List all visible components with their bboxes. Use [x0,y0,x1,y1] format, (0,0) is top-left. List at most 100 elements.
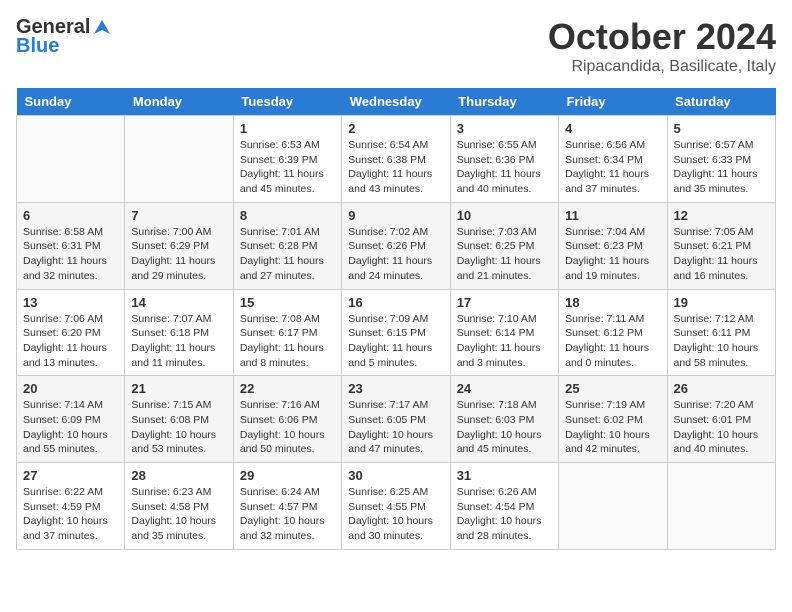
day-number: 29 [240,468,335,483]
logo-bird-icon [92,18,112,38]
day-number: 13 [23,295,118,310]
calendar-cell [559,463,667,550]
calendar-cell [17,116,125,203]
day-info: Sunrise: 6:55 AMSunset: 6:36 PMDaylight:… [457,138,552,197]
calendar-cell: 17 Sunrise: 7:10 AMSunset: 6:14 PMDayligh… [450,289,558,376]
day-info: Sunrise: 7:02 AMSunset: 6:26 PMDaylight:… [348,225,443,284]
day-info: Sunrise: 6:26 AMSunset: 4:54 PMDaylight:… [457,485,552,544]
day-info: Sunrise: 7:15 AMSunset: 6:08 PMDaylight:… [131,398,226,457]
day-number: 9 [348,208,443,223]
week-row-3: 13 Sunrise: 7:06 AMSunset: 6:20 PMDayligh… [17,289,776,376]
calendar-cell: 14 Sunrise: 7:07 AMSunset: 6:18 PMDayligh… [125,289,233,376]
day-info: Sunrise: 7:16 AMSunset: 6:06 PMDaylight:… [240,398,335,457]
calendar-cell: 26Sunrise: 7:20 AMSunset: 6:01 PMDayligh… [667,376,775,463]
calendar-cell: 19 Sunrise: 7:12 AMSunset: 6:11 PMDayligh… [667,289,775,376]
day-info: Sunrise: 7:17 AMSunset: 6:05 PMDaylight:… [348,398,443,457]
weekday-header-wednesday: Wednesday [342,88,450,116]
day-number: 14 [131,295,226,310]
weekday-header-saturday: Saturday [667,88,775,116]
day-info: Sunrise: 7:12 AMSunset: 6:11 PMDaylight:… [674,312,769,371]
day-info: Sunrise: 7:04 AMSunset: 6:23 PMDaylight:… [565,225,660,284]
calendar-cell: 23Sunrise: 7:17 AMSunset: 6:05 PMDayligh… [342,376,450,463]
day-info: Sunrise: 6:54 AMSunset: 6:38 PMDaylight:… [348,138,443,197]
day-number: 24 [457,381,552,396]
day-number: 16 [348,295,443,310]
page-header: General Blue October 2024 Ripacandida, B… [16,16,776,76]
day-info: Sunrise: 7:06 AMSunset: 6:20 PMDaylight:… [23,312,118,371]
calendar-cell [667,463,775,550]
calendar-cell: 28 Sunrise: 6:23 AMSunset: 4:58 PMDayligh… [125,463,233,550]
day-info: Sunrise: 6:56 AMSunset: 6:34 PMDaylight:… [565,138,660,197]
day-number: 31 [457,468,552,483]
weekday-header-friday: Friday [559,88,667,116]
day-number: 22 [240,381,335,396]
day-info: Sunrise: 7:10 AMSunset: 6:14 PMDaylight:… [457,312,552,371]
day-info: Sunrise: 6:22 AMSunset: 4:59 PMDaylight:… [23,485,118,544]
day-info: Sunrise: 7:05 AMSunset: 6:21 PMDaylight:… [674,225,769,284]
calendar-cell: 2 Sunrise: 6:54 AMSunset: 6:38 PMDaylight… [342,116,450,203]
calendar-cell: 13 Sunrise: 7:06 AMSunset: 6:20 PMDayligh… [17,289,125,376]
day-info: Sunrise: 6:23 AMSunset: 4:58 PMDaylight:… [131,485,226,544]
calendar-cell: 15Sunrise: 7:08 AMSunset: 6:17 PMDayligh… [233,289,341,376]
day-number: 17 [457,295,552,310]
day-number: 15 [240,295,335,310]
day-info: Sunrise: 7:19 AMSunset: 6:02 PMDaylight:… [565,398,660,457]
day-number: 30 [348,468,443,483]
day-info: Sunrise: 6:53 AMSunset: 6:39 PMDaylight:… [240,138,335,197]
title-block: October 2024 Ripacandida, Basilicate, It… [548,16,776,76]
week-row-4: 20Sunrise: 7:14 AMSunset: 6:09 PMDayligh… [17,376,776,463]
calendar-cell: 22 Sunrise: 7:16 AMSunset: 6:06 PMDayligh… [233,376,341,463]
calendar-cell: 29 Sunrise: 6:24 AMSunset: 4:57 PMDayligh… [233,463,341,550]
day-number: 2 [348,121,443,136]
calendar-cell: 3Sunrise: 6:55 AMSunset: 6:36 PMDaylight… [450,116,558,203]
calendar-cell: 21 Sunrise: 7:15 AMSunset: 6:08 PMDayligh… [125,376,233,463]
day-number: 19 [674,295,769,310]
day-number: 5 [674,121,769,136]
weekday-header-thursday: Thursday [450,88,558,116]
day-info: Sunrise: 6:24 AMSunset: 4:57 PMDaylight:… [240,485,335,544]
calendar-cell: 9 Sunrise: 7:02 AMSunset: 6:26 PMDaylight… [342,202,450,289]
month-title: October 2024 [548,16,776,58]
day-info: Sunrise: 7:03 AMSunset: 6:25 PMDaylight:… [457,225,552,284]
day-info: Sunrise: 7:14 AMSunset: 6:09 PMDaylight:… [23,398,118,457]
calendar-cell: 5 Sunrise: 6:57 AMSunset: 6:33 PMDaylight… [667,116,775,203]
day-number: 26 [674,381,769,396]
weekday-header-sunday: Sunday [17,88,125,116]
day-number: 4 [565,121,660,136]
logo: General Blue [16,16,112,58]
week-row-2: 6 Sunrise: 6:58 AMSunset: 6:31 PMDaylight… [17,202,776,289]
day-number: 8 [240,208,335,223]
day-number: 7 [131,208,226,223]
calendar-cell: 6 Sunrise: 6:58 AMSunset: 6:31 PMDaylight… [17,202,125,289]
day-number: 1 [240,121,335,136]
day-info: Sunrise: 7:01 AMSunset: 6:28 PMDaylight:… [240,225,335,284]
day-info: Sunrise: 6:58 AMSunset: 6:31 PMDaylight:… [23,225,118,284]
day-info: Sunrise: 7:07 AMSunset: 6:18 PMDaylight:… [131,312,226,371]
day-number: 25 [565,381,660,396]
day-number: 12 [674,208,769,223]
calendar-table: SundayMondayTuesdayWednesdayThursdayFrid… [16,88,776,550]
calendar-cell [125,116,233,203]
day-info: Sunrise: 6:57 AMSunset: 6:33 PMDaylight:… [674,138,769,197]
calendar-cell: 24 Sunrise: 7:18 AMSunset: 6:03 PMDayligh… [450,376,558,463]
day-info: Sunrise: 6:25 AMSunset: 4:55 PMDaylight:… [348,485,443,544]
day-number: 11 [565,208,660,223]
calendar-cell: 20Sunrise: 7:14 AMSunset: 6:09 PMDayligh… [17,376,125,463]
day-number: 18 [565,295,660,310]
week-row-1: 1 Sunrise: 6:53 AMSunset: 6:39 PMDaylight… [17,116,776,203]
weekday-header-row: SundayMondayTuesdayWednesdayThursdayFrid… [17,88,776,116]
week-row-5: 27Sunrise: 6:22 AMSunset: 4:59 PMDayligh… [17,463,776,550]
calendar-cell: 25 Sunrise: 7:19 AMSunset: 6:02 PMDayligh… [559,376,667,463]
day-number: 6 [23,208,118,223]
day-number: 28 [131,468,226,483]
day-number: 10 [457,208,552,223]
day-number: 21 [131,381,226,396]
calendar-cell: 10 Sunrise: 7:03 AMSunset: 6:25 PMDayligh… [450,202,558,289]
calendar-cell: 30 Sunrise: 6:25 AMSunset: 4:55 PMDayligh… [342,463,450,550]
day-info: Sunrise: 7:11 AMSunset: 6:12 PMDaylight:… [565,312,660,371]
day-info: Sunrise: 7:18 AMSunset: 6:03 PMDaylight:… [457,398,552,457]
calendar-cell: 16 Sunrise: 7:09 AMSunset: 6:15 PMDayligh… [342,289,450,376]
calendar-cell: 7Sunrise: 7:00 AMSunset: 6:29 PMDaylight… [125,202,233,289]
day-info: Sunrise: 7:09 AMSunset: 6:15 PMDaylight:… [348,312,443,371]
calendar-cell: 12 Sunrise: 7:05 AMSunset: 6:21 PMDayligh… [667,202,775,289]
